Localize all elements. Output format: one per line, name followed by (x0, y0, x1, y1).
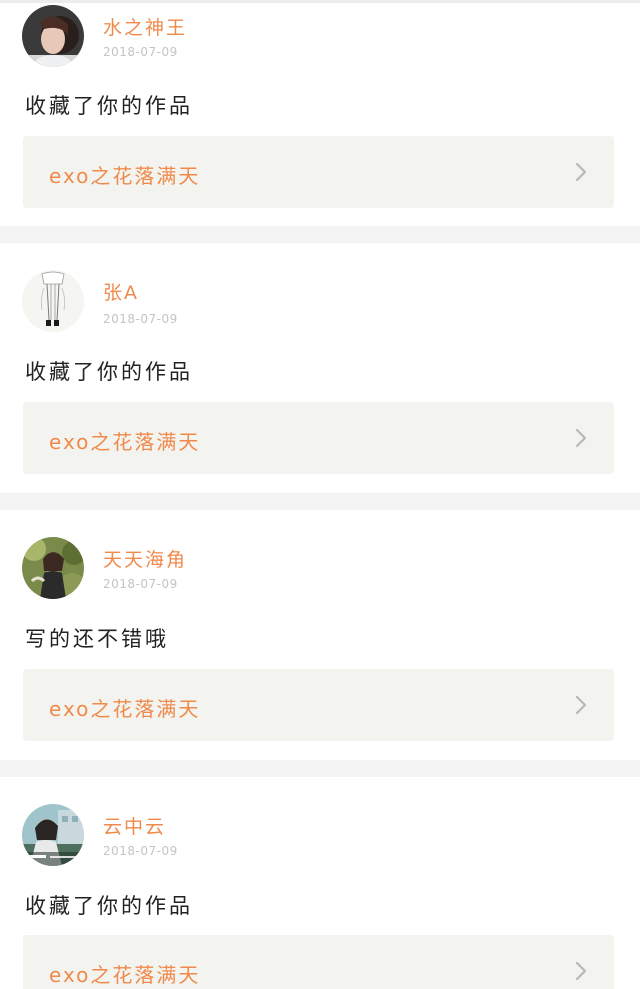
activity-message: 收藏了你的作品 (25, 94, 193, 118)
chevron-right-icon (574, 961, 588, 981)
work-link-button[interactable]: exo之花落满天 (23, 935, 614, 989)
work-title: exo之花落满天 (49, 963, 201, 987)
chevron-right-icon (574, 695, 588, 715)
user-avatar[interactable] (22, 5, 84, 67)
activity-feed: 水之神王 2018-07-09 收藏了你的作品 exo之花落满天 张A 2018… (0, 0, 640, 989)
avatar-photo-street-icon (22, 804, 84, 866)
work-link-button[interactable]: exo之花落满天 (23, 669, 614, 741)
chevron-right-icon (574, 162, 588, 182)
chevron-right-icon (574, 428, 588, 448)
activity-date: 2018-07-09 (103, 312, 178, 326)
activity-message: 收藏了你的作品 (25, 360, 193, 384)
username[interactable]: 天天海角 (103, 545, 187, 572)
feed-card: 水之神王 2018-07-09 收藏了你的作品 exo之花落满天 (0, 3, 640, 226)
activity-date: 2018-07-09 (103, 45, 178, 59)
feed-card: 张A 2018-07-09 收藏了你的作品 exo之花落满天 (0, 243, 640, 493)
user-avatar[interactable] (22, 270, 84, 332)
activity-message: 收藏了你的作品 (25, 894, 193, 918)
user-avatar[interactable] (22, 804, 84, 866)
feed-card: 天天海角 2018-07-09 写的还不错哦 exo之花落满天 (0, 510, 640, 760)
activity-date: 2018-07-09 (103, 844, 178, 858)
username[interactable]: 张A (103, 278, 139, 305)
work-link-button[interactable]: exo之花落满天 (23, 402, 614, 474)
user-avatar[interactable] (22, 537, 84, 599)
work-title: exo之花落满天 (49, 430, 201, 454)
username[interactable]: 水之神王 (103, 13, 187, 40)
avatar-photo-girl-icon (22, 5, 84, 67)
activity-message: 写的还不错哦 (25, 627, 169, 651)
work-title: exo之花落满天 (49, 697, 201, 721)
avatar-sketch-legs-icon (22, 270, 84, 332)
feed-card: 云中云 2018-07-09 收藏了你的作品 exo之花落满天 (0, 777, 640, 989)
username[interactable]: 云中云 (103, 812, 166, 839)
activity-date: 2018-07-09 (103, 577, 178, 591)
work-link-button[interactable]: exo之花落满天 (23, 136, 614, 208)
work-title: exo之花落满天 (49, 164, 201, 188)
avatar-photo-garden-icon (22, 537, 84, 599)
